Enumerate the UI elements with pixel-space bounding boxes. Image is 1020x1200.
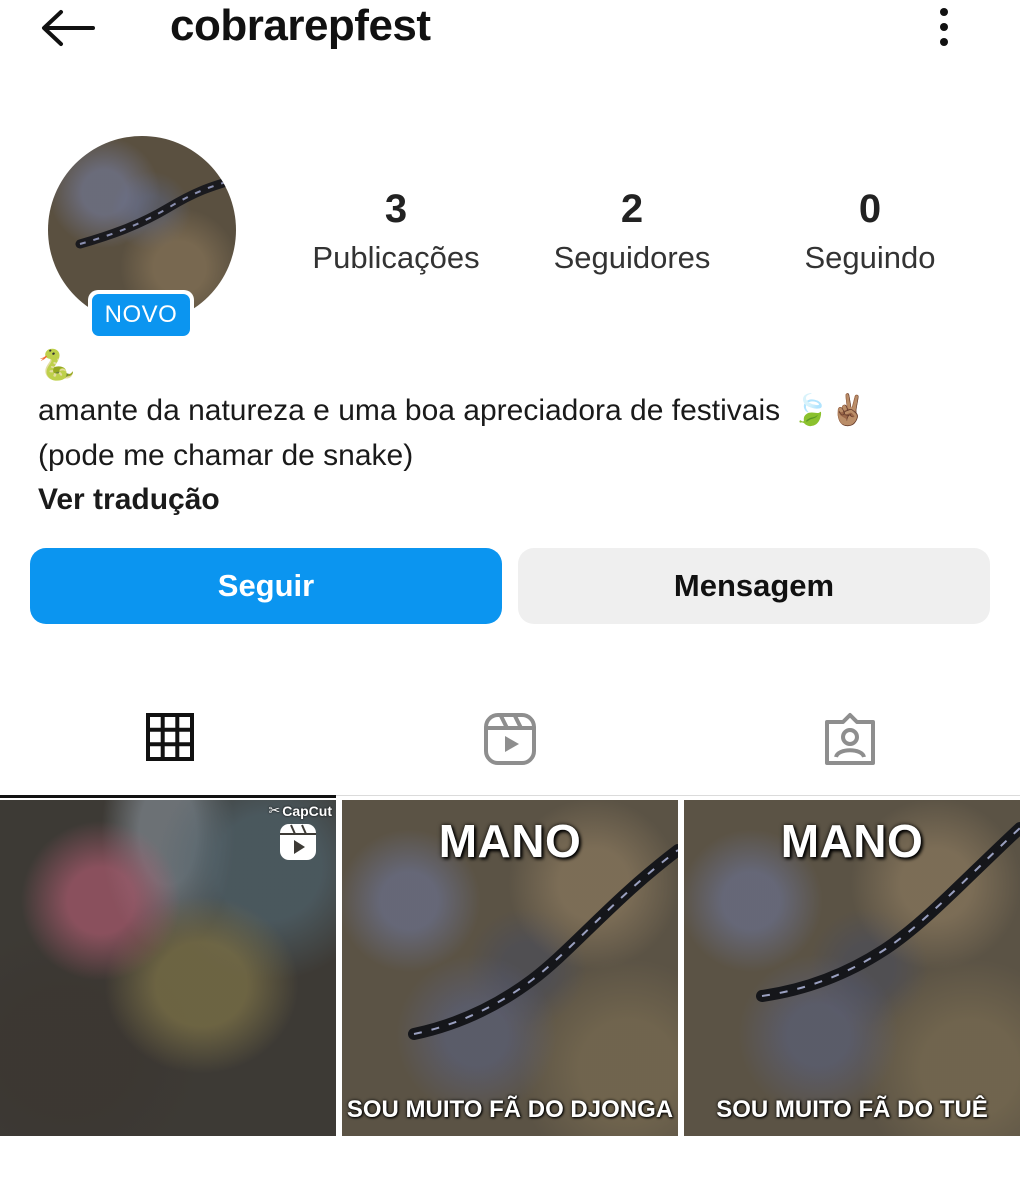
arrow-left-icon: [42, 10, 95, 46]
new-badge: NOVO: [88, 290, 194, 340]
bio-line-1-text: amante da natureza e uma boa apreciadora…: [38, 394, 781, 427]
capcut-watermark: ✂ CapCut: [268, 802, 332, 819]
stat-posts[interactable]: 3 Publicações: [286, 186, 506, 278]
bio-line-1-emojis: 🍃✌🏽: [792, 394, 867, 427]
meme-top-text: MANO: [780, 815, 924, 867]
profile-tabs: [0, 700, 1020, 798]
stat-followers-label: Seguidores: [553, 240, 711, 275]
back-button[interactable]: [36, 6, 98, 50]
more-vertical-icon-dot: [940, 8, 948, 16]
stat-posts-label: Publicações: [312, 240, 480, 275]
bio-text: amante da natureza e uma boa apreciadora…: [38, 388, 998, 478]
see-translation-link[interactable]: Ver tradução: [38, 480, 220, 520]
stat-followers[interactable]: 2 Seguidores: [522, 186, 742, 278]
post-thumbnail-2[interactable]: MANO SOU MUITO FÃ DO DJONGA: [342, 800, 678, 1136]
bio-emoji: 🐍: [38, 346, 75, 386]
more-vertical-icon-dot: [940, 23, 948, 31]
meme-bottom-text: SOU MUITO FÃ DO TUÊ: [716, 1096, 988, 1123]
tab-tagged[interactable]: [680, 700, 1020, 796]
stat-followers-value: 2: [620, 187, 644, 231]
post-thumbnail-1[interactable]: ✂ CapCut: [0, 800, 336, 1136]
stat-following-value: 0: [858, 187, 882, 231]
meme-top-text: MANO: [438, 815, 582, 867]
tab-reels[interactable]: [340, 700, 680, 796]
grid-icon: [146, 713, 194, 761]
profile-avatar[interactable]: NOVO: [48, 136, 236, 340]
stat-following-label: Seguindo: [804, 240, 936, 275]
capcut-label: CapCut: [282, 802, 332, 819]
capcut-icon: ✂: [268, 802, 281, 818]
tab-posts-grid[interactable]: [0, 700, 340, 798]
top-bar: cobrarepfest: [0, 0, 1020, 60]
stat-posts-value: 3: [384, 187, 408, 231]
snake-emoji: 🐍: [38, 349, 76, 382]
more-vertical-icon-dot: [940, 38, 948, 46]
posts-grid: ✂ CapCut MANO SOU MUITO FÃ DO DJONGA MAN…: [0, 800, 1020, 1136]
follow-button[interactable]: Seguir: [30, 548, 502, 624]
reels-icon: [484, 713, 536, 765]
meme-bottom-text: SOU MUITO FÃ DO DJONGA: [346, 1096, 674, 1123]
reel-indicator-icon: [280, 824, 316, 860]
message-button[interactable]: Mensagem: [518, 548, 990, 624]
bio-line-2: (pode me chamar de snake): [38, 439, 414, 472]
tagged-icon: [825, 713, 875, 765]
more-options-button[interactable]: [926, 4, 962, 50]
stat-following[interactable]: 0 Seguindo: [760, 186, 980, 278]
profile-username: cobrarepfest: [170, 1, 431, 50]
post-thumbnail-3[interactable]: MANO SOU MUITO FÃ DO TUÊ: [684, 800, 1020, 1136]
new-badge-label: NOVO: [92, 294, 190, 336]
bio-line-1: amante da natureza e uma boa apreciadora…: [38, 388, 998, 433]
